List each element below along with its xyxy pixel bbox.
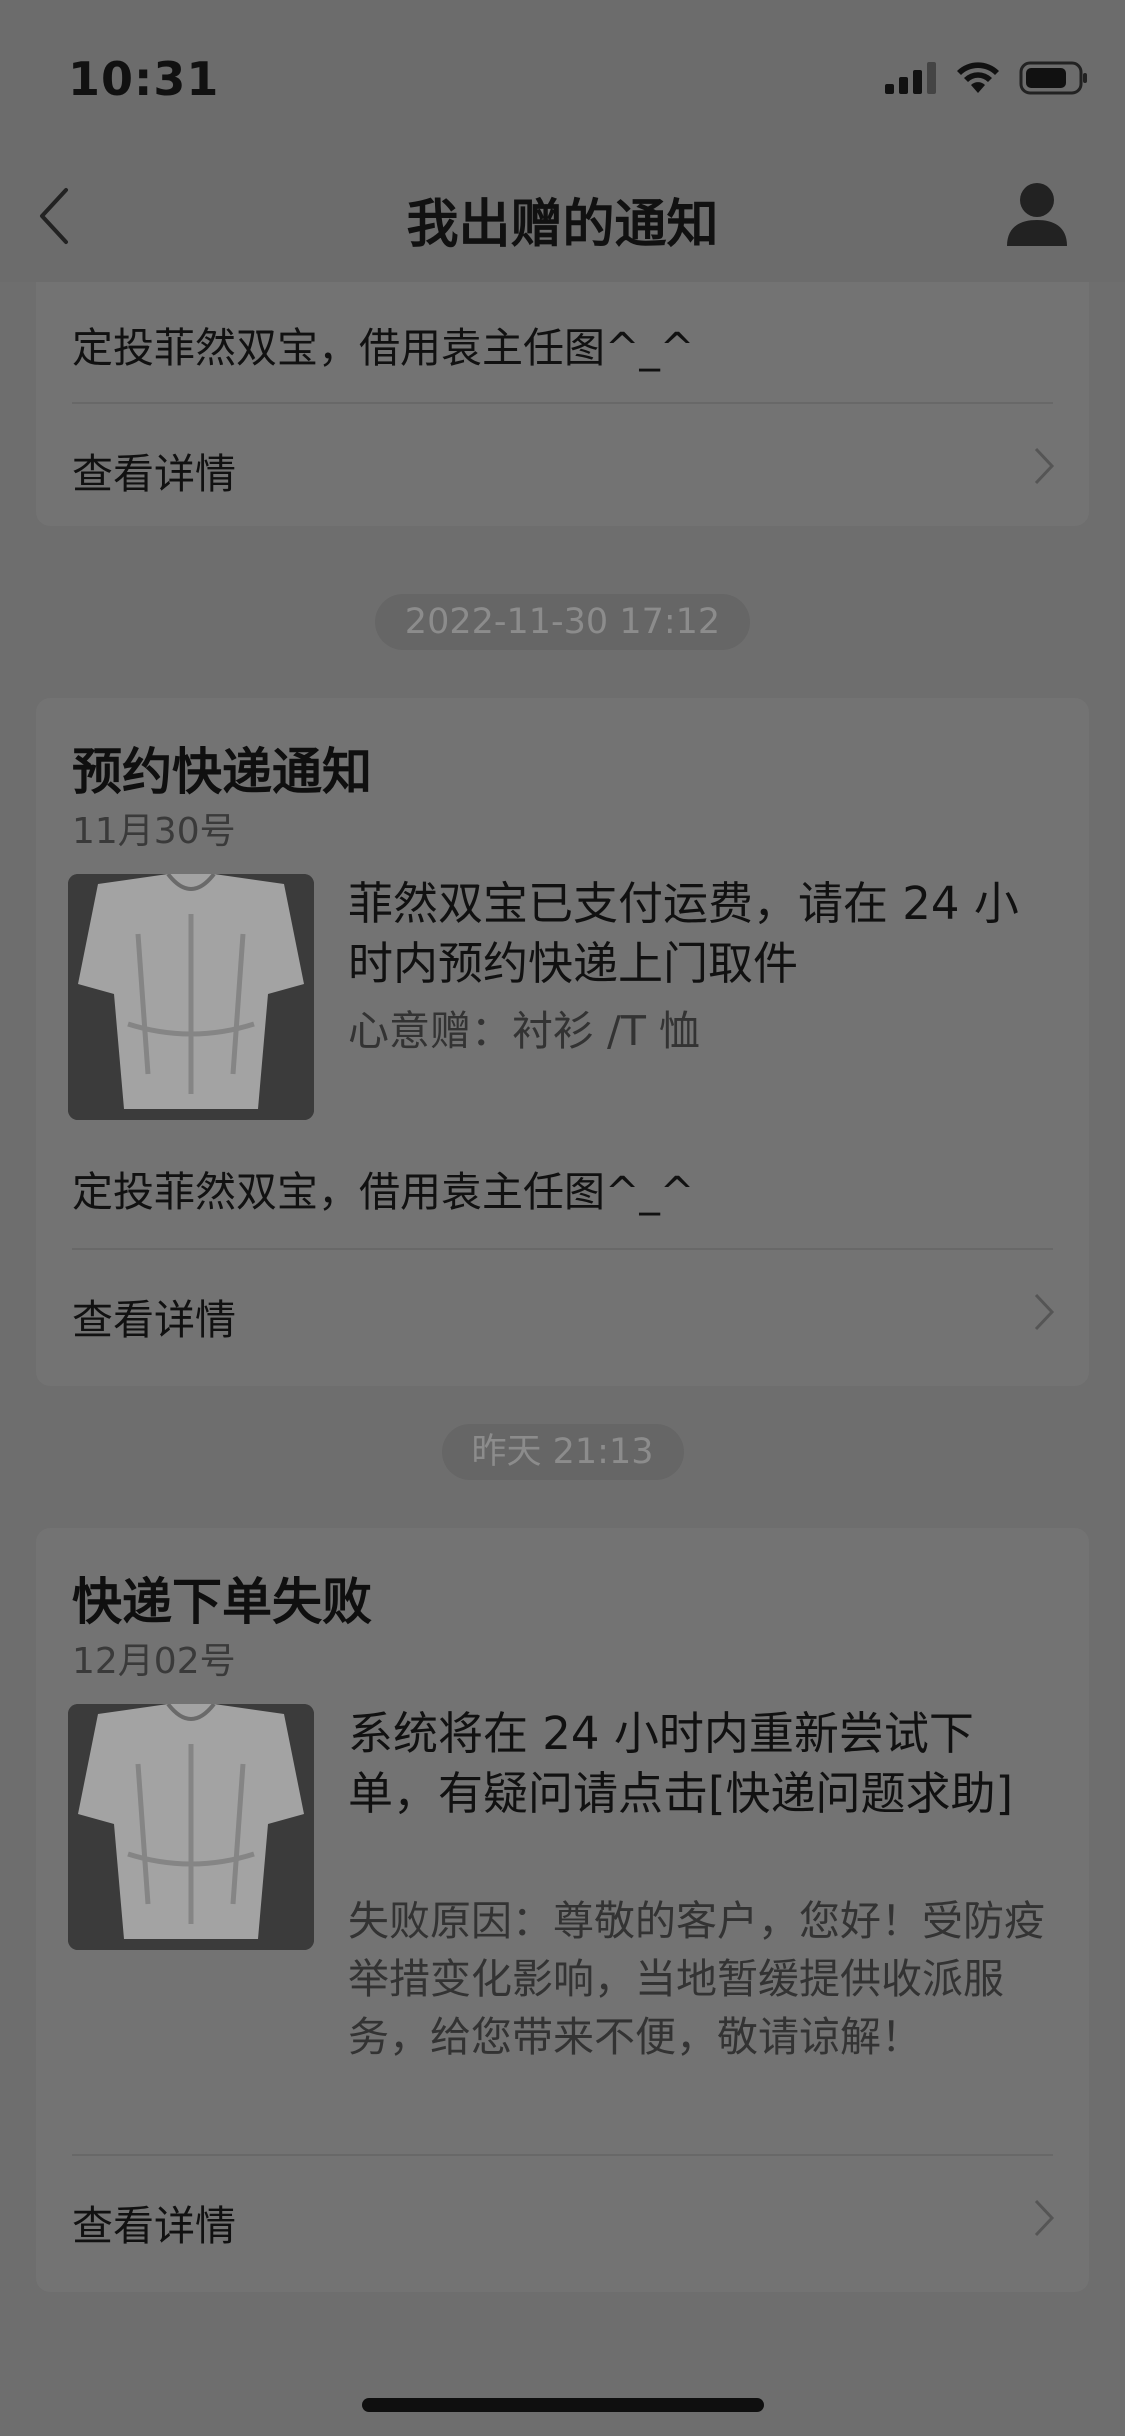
notification-card: 预约快递通知 11月30号 菲然双宝已支付运费，请在 24 小时内预约快递上门取… bbox=[36, 698, 1089, 1386]
shirt-image bbox=[68, 1704, 314, 1950]
timestamp: 2022-11-30 17:12 bbox=[0, 594, 1125, 650]
nav-bar: 我出赠的通知 bbox=[0, 150, 1125, 282]
view-details-label: 查看详情 bbox=[72, 2202, 236, 2250]
timestamp-label: 2022-11-30 17:12 bbox=[374, 594, 751, 650]
notification-card: 定投菲然双宝，借用袁主任图^_^ 查看详情 bbox=[36, 282, 1089, 526]
status-icons bbox=[885, 58, 1089, 98]
notification-message: 系统将在 24 小时内重新尝试下单，有疑问请点击[快递问题求助] bbox=[348, 1707, 1014, 1820]
card-date: 11月30号 bbox=[72, 811, 236, 852]
signal-icon bbox=[885, 62, 936, 94]
notification-message: 菲然双宝已支付运费，请在 24 小时内预约快递上门取件 bbox=[348, 877, 1019, 990]
card-title: 预约快递通知 bbox=[72, 743, 372, 801]
shirt-image bbox=[68, 874, 314, 1120]
chevron-right-icon bbox=[1034, 2199, 1055, 2237]
battery-icon bbox=[1019, 61, 1087, 95]
status-bar: 10:31 bbox=[0, 0, 1125, 150]
item-thumbnail[interactable] bbox=[68, 874, 314, 1120]
view-details-row[interactable]: 查看详情 bbox=[36, 2156, 1089, 2278]
timestamp-label: 昨天 21:13 bbox=[441, 1424, 684, 1480]
item-thumbnail[interactable] bbox=[68, 1704, 314, 1950]
screen: 10:31 我出赠的通知 定投菲然双宝，借用袁主任图^_^ 查看详情 2022-… bbox=[0, 0, 1125, 2436]
notification-list[interactable]: 定投菲然双宝，借用袁主任图^_^ 查看详情 2022-11-30 17:12 预… bbox=[0, 282, 1125, 2436]
page-title: 我出赠的通知 bbox=[406, 195, 719, 255]
person-icon[interactable] bbox=[1005, 180, 1069, 248]
notification-subtext: 失败原因：尊敬的客户，您好！受防疫举措变化影响，当地暂缓提供收派服务，给您带来不… bbox=[348, 1897, 1045, 2061]
view-details-label: 查看详情 bbox=[72, 1296, 236, 1344]
status-time: 10:31 bbox=[68, 52, 220, 106]
chevron-right-icon bbox=[1034, 1293, 1055, 1331]
view-details-row[interactable]: 查看详情 bbox=[36, 404, 1089, 526]
timestamp: 昨天 21:13 bbox=[0, 1424, 1125, 1480]
home-indicator[interactable] bbox=[362, 2398, 764, 2412]
card-date: 12月02号 bbox=[72, 1641, 236, 1682]
view-details-label: 查看详情 bbox=[72, 450, 236, 498]
chevron-right-icon bbox=[1034, 447, 1055, 485]
view-details-row[interactable]: 查看详情 bbox=[36, 1250, 1089, 1372]
card-note: 定投菲然双宝，借用袁主任图^_^ bbox=[72, 324, 695, 372]
notification-subtext: 心意赠：衬衫 /T 恤 bbox=[348, 1007, 700, 1055]
wifi-icon bbox=[957, 62, 999, 93]
card-title: 快递下单失败 bbox=[72, 1573, 372, 1631]
notification-card: 快递下单失败 12月02号 系统将在 24 小时内重新尝试下单，有疑问请点击[快… bbox=[36, 1528, 1089, 2292]
card-note: 定投菲然双宝，借用袁主任图^_^ bbox=[72, 1168, 695, 1216]
